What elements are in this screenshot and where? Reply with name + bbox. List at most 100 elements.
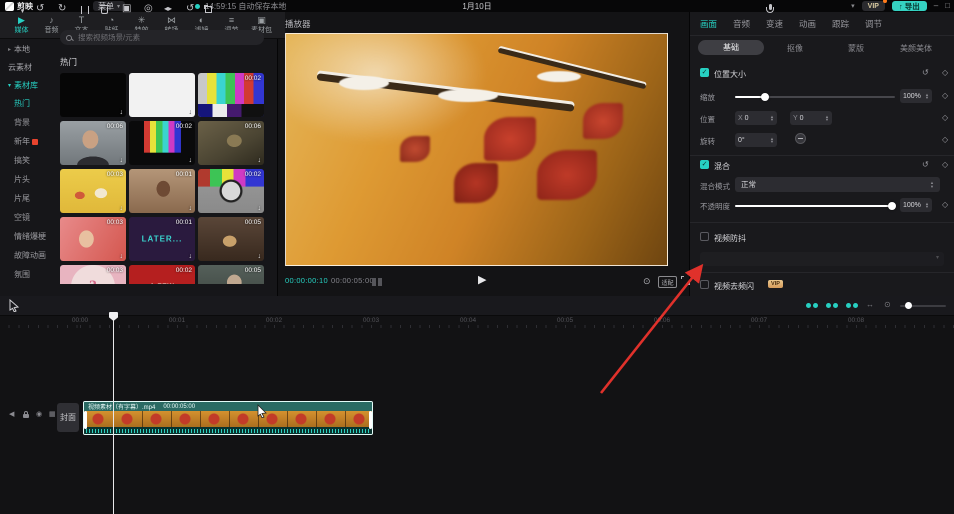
download-icon[interactable]: ↓ <box>189 109 193 116</box>
sidebar-item-library[interactable]: ▾ 素材库 <box>0 78 55 92</box>
stabilize-checkbox[interactable] <box>700 232 709 241</box>
sidebar-category-broll[interactable]: 空镜 <box>0 208 55 227</box>
opacity-slider[interactable] <box>735 202 896 210</box>
subtab-basic[interactable]: 基础 <box>698 40 764 55</box>
media-thumbnail[interactable]: 00:03 ↓ <box>60 169 126 213</box>
ratio-button[interactable]: 适配 <box>658 276 677 288</box>
mute-track-icon[interactable]: ◀ <box>9 410 14 418</box>
download-icon[interactable]: ↓ <box>120 157 124 164</box>
media-thumbnail[interactable]: A FEW 00:02 ↓ <box>129 265 195 284</box>
video-clip[interactable]: 视频素材（有字幕）.mp4 00:00:05:00 <box>83 401 373 435</box>
sidebar-category-glitch[interactable]: 故障动画 <box>0 246 55 265</box>
grid-icon[interactable] <box>372 278 382 286</box>
undo-icon[interactable]: ↺ <box>36 3 44 15</box>
media-thumbnail[interactable]: ↓ <box>129 73 195 117</box>
timeline-zoom-handle[interactable] <box>905 302 912 309</box>
download-icon[interactable]: ↓ <box>258 157 262 164</box>
scale-slider[interactable] <box>735 93 895 101</box>
download-icon[interactable]: ↓ <box>120 253 124 260</box>
video-preview[interactable] <box>285 33 668 266</box>
locate-playhead-icon[interactable]: ⊙ <box>884 299 891 311</box>
tab-tracking[interactable]: 跟踪 <box>832 18 849 30</box>
minimize-button[interactable]: – <box>934 1 938 11</box>
download-icon[interactable]: ↓ <box>120 109 124 116</box>
keyframe-icon[interactable]: ◇ <box>942 135 948 144</box>
media-thumbnail[interactable]: LATER... 00:01 ↓ <box>129 217 195 261</box>
stepper-icon[interactable]: ▲ ▼ <box>925 201 929 209</box>
delete-icon[interactable] <box>100 5 109 14</box>
sidebar-category-intro[interactable]: 片头 <box>0 170 55 189</box>
clip-trim-handle-right[interactable] <box>369 411 372 429</box>
deflicker-checkbox[interactable] <box>700 280 709 289</box>
search-input[interactable] <box>76 32 258 43</box>
ribbon-tab-audio[interactable]: ♪ 音频 <box>38 16 65 35</box>
media-thumbnail[interactable]: 00:03 ↓ <box>60 217 126 261</box>
keyframe-icon[interactable]: ◇ <box>942 160 948 169</box>
lock-track-icon[interactable] <box>23 411 29 418</box>
tab-animation[interactable]: 动画 <box>799 18 816 30</box>
download-icon[interactable]: ↓ <box>258 109 262 116</box>
blend-mode-select[interactable]: 正常 ▲ ▼ <box>735 177 940 192</box>
mirror-icon[interactable]: ◂▸ <box>164 3 172 15</box>
media-thumbnail[interactable]: 00:01 ↓ <box>129 169 195 213</box>
sidebar-category-outro[interactable]: 片尾 <box>0 189 55 208</box>
keyframe-icon[interactable]: ◇ <box>942 200 948 209</box>
cover-button[interactable]: 封面 <box>57 403 79 432</box>
reverse-icon[interactable]: ◎ <box>144 3 153 15</box>
download-icon[interactable]: ↓ <box>258 205 262 212</box>
maximize-button[interactable]: □ <box>945 1 950 11</box>
sidebar-category-hot[interactable]: 热门 <box>0 94 55 113</box>
auto-snap-toggle[interactable] <box>826 303 838 308</box>
tab-picture[interactable]: 画面 <box>700 18 717 30</box>
record-voiceover-icon[interactable] <box>766 4 774 15</box>
select-tool-icon[interactable] <box>8 299 20 312</box>
media-thumbnail[interactable]: 00:05 ↓ <box>198 265 264 284</box>
download-icon[interactable]: ↓ <box>189 157 193 164</box>
media-thumbnail[interactable]: 3 00:03 ↓ <box>60 265 126 284</box>
menu-button[interactable]: 菜单 ▾ <box>93 1 126 11</box>
blend-checkbox[interactable]: ✓ <box>700 160 709 169</box>
stepper-icon[interactable]: ▲ ▼ <box>930 181 934 188</box>
export-button[interactable]: ↑ 导出 <box>891 1 927 11</box>
stabilize-level-select[interactable] <box>700 252 944 266</box>
subtab-beauty[interactable]: 美颜美体 <box>900 43 932 54</box>
sidebar-category-ambience[interactable]: 氛围 <box>0 265 55 284</box>
download-icon[interactable]: ↓ <box>189 205 193 212</box>
keyframe-icon[interactable]: ◇ <box>942 113 948 122</box>
hide-track-icon[interactable]: ◉ <box>36 410 42 418</box>
rotate-knob[interactable] <box>795 133 806 144</box>
redo-icon[interactable]: ↻ <box>58 3 66 15</box>
reset-icon[interactable]: ↺ <box>922 68 929 77</box>
crop-icon[interactable] <box>204 5 212 13</box>
track-options-icon[interactable]: ▦ <box>49 410 56 418</box>
media-thumbnail[interactable]: 00:06 ↓ <box>60 121 126 165</box>
sidebar-category-funny[interactable]: 搞笑 <box>0 151 55 170</box>
freeze-frame-icon[interactable]: ▣ <box>122 3 131 15</box>
chevron-down-icon[interactable]: ▾ <box>851 2 855 10</box>
keyframe-icon[interactable]: ◇ <box>942 68 948 77</box>
media-thumbnail[interactable]: 00:02 ↓ <box>129 121 195 165</box>
sidebar-category-meme[interactable]: 情绪爆梗 <box>0 227 55 246</box>
ruler[interactable] <box>0 325 954 328</box>
media-thumbnail[interactable]: 00:06 ↓ <box>198 121 264 165</box>
snap-frame-icon[interactable]: ⊙ <box>643 276 651 287</box>
reset-icon[interactable]: ↺ <box>922 160 929 169</box>
clip-trim-handle-left[interactable] <box>84 411 87 429</box>
tab-speed[interactable]: 变速 <box>766 18 783 30</box>
media-thumbnail[interactable]: 00:02 ↓ <box>198 73 264 117</box>
sidebar-item-local[interactable]: ▸ 本地 <box>0 42 55 56</box>
scale-value-box[interactable]: 100% ▲ ▼ <box>900 89 932 103</box>
search-bar[interactable] <box>60 30 264 45</box>
download-icon[interactable]: ↓ <box>189 253 193 260</box>
media-thumbnail[interactable]: 00:05 ↓ <box>198 217 264 261</box>
ribbon-tab-media[interactable]: ▶ 媒体 <box>8 16 35 35</box>
position-y-box[interactable]: Y 0 ▲ ▼ <box>790 111 832 125</box>
fullscreen-icon[interactable] <box>681 276 690 285</box>
rotate-value-box[interactable]: 0° ▲ ▼ <box>735 133 777 147</box>
media-thumbnail[interactable]: ↓ <box>60 73 126 117</box>
subtab-mask[interactable]: 蒙版 <box>848 43 864 54</box>
subtab-cutout[interactable]: 抠像 <box>787 43 803 54</box>
play-button[interactable]: ▶ <box>478 273 486 286</box>
playhead-line[interactable] <box>113 312 114 514</box>
stepper-icon[interactable]: ▲ ▼ <box>925 92 929 100</box>
